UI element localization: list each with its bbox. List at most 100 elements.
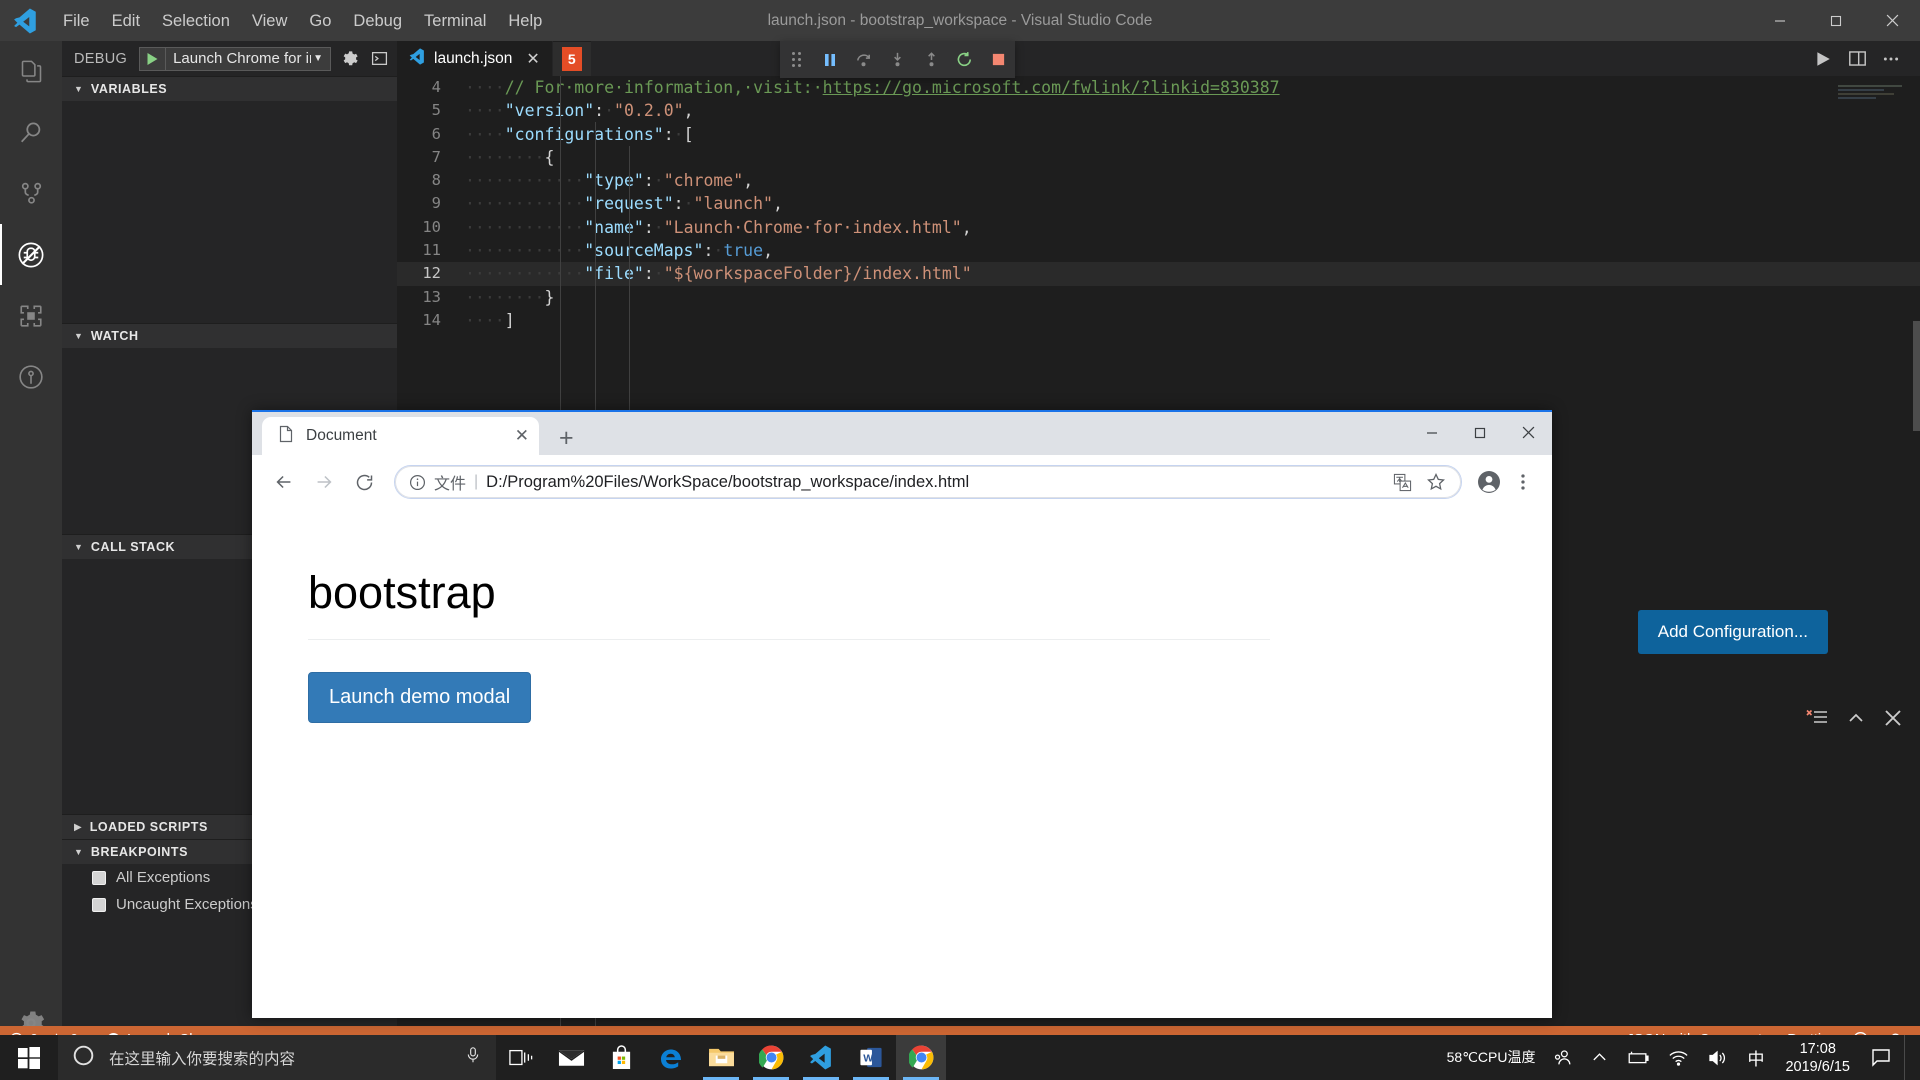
- editor-scrollbar[interactable]: [1913, 321, 1920, 431]
- clear-console-icon[interactable]: [1806, 708, 1828, 733]
- code-line[interactable]: 13 ········}: [397, 286, 1920, 309]
- back-arrow-icon[interactable]: [264, 462, 304, 502]
- taskbar-clock[interactable]: 17:08 2019/6/15: [1773, 1040, 1862, 1076]
- chrome-icon[interactable]: [746, 1035, 796, 1080]
- pane-header-watch[interactable]: ▼ WATCH: [62, 323, 397, 348]
- mail-icon[interactable]: [546, 1035, 596, 1080]
- menu-terminal[interactable]: Terminal: [413, 7, 497, 35]
- code-line[interactable]: 10 ············"name":·"Launch·Chrome·for…: [397, 216, 1920, 239]
- chrome-tab[interactable]: Document ✕: [262, 417, 539, 455]
- drag-handle-icon[interactable]: [780, 41, 814, 78]
- gear-icon[interactable]: [337, 47, 361, 71]
- debug-configuration-select[interactable]: Launch Chrome for index ▼: [139, 46, 331, 71]
- menu-edit[interactable]: Edit: [101, 7, 151, 35]
- chrome-active-icon[interactable]: [896, 1035, 946, 1080]
- code-line[interactable]: 9 ············"request":·"launch",: [397, 192, 1920, 215]
- store-icon[interactable]: [596, 1035, 646, 1080]
- tab-index-html[interactable]: 5: [552, 41, 592, 76]
- add-configuration-button[interactable]: Add Configuration...: [1637, 610, 1828, 654]
- floating-debug-toolbar: [780, 41, 1015, 78]
- menu-help[interactable]: Help: [497, 7, 553, 35]
- cpu-temperature-widget[interactable]: 58℃ CPU温度: [1438, 1035, 1545, 1080]
- more-actions-icon[interactable]: [1876, 44, 1906, 74]
- editor-minimap[interactable]: [1838, 85, 1906, 111]
- close-icon[interactable]: [1884, 709, 1902, 732]
- close-icon[interactable]: ✕: [515, 426, 529, 446]
- start-debugging-icon[interactable]: [140, 47, 167, 70]
- code-line[interactable]: 6 ····"configurations":·[: [397, 123, 1920, 146]
- close-button[interactable]: [1504, 412, 1552, 453]
- close-button[interactable]: [1864, 0, 1920, 41]
- source-control-icon[interactable]: [0, 163, 62, 224]
- action-center-icon[interactable]: [1862, 1035, 1900, 1080]
- menu-selection[interactable]: Selection: [151, 7, 241, 35]
- maximize-button[interactable]: [1808, 0, 1864, 41]
- minimize-button[interactable]: [1752, 0, 1808, 41]
- show-desktop-button[interactable]: [1904, 1035, 1914, 1080]
- translate-icon[interactable]: [1385, 465, 1419, 499]
- step-over-icon[interactable]: [847, 41, 881, 78]
- pause-icon[interactable]: [814, 41, 848, 78]
- address-bar[interactable]: 文件 | D:/Program%20Files/WorkSpace/bootst…: [394, 465, 1462, 499]
- checkbox-icon[interactable]: [92, 897, 106, 912]
- page-heading: bootstrap: [308, 567, 496, 618]
- vscode-icon[interactable]: [796, 1035, 846, 1080]
- chevron-up-icon[interactable]: [1582, 1035, 1617, 1080]
- close-icon[interactable]: ✕: [526, 49, 539, 69]
- word-icon[interactable]: W: [846, 1035, 896, 1080]
- open-debug-console-icon[interactable]: [367, 47, 391, 71]
- profile-avatar-icon[interactable]: [1472, 465, 1506, 499]
- code-line[interactable]: 4 ····// For·more·information,·visit:·htt…: [397, 76, 1920, 99]
- launch-demo-modal-button[interactable]: Launch demo modal: [308, 672, 532, 723]
- chevron-up-icon[interactable]: [1846, 708, 1866, 733]
- forward-arrow-icon[interactable]: [304, 462, 344, 502]
- code-line[interactable]: 14 ····]: [397, 309, 1920, 332]
- window-controls[interactable]: [1752, 0, 1920, 41]
- split-editor-icon[interactable]: [1842, 44, 1872, 74]
- code-line[interactable]: 11 ············"sourceMaps":·true,: [397, 239, 1920, 262]
- microphone-icon[interactable]: [464, 1046, 482, 1069]
- new-tab-button[interactable]: +: [559, 426, 574, 451]
- run-icon[interactable]: [1808, 44, 1838, 74]
- task-view-icon[interactable]: [496, 1035, 546, 1080]
- info-circle-icon[interactable]: [409, 474, 426, 491]
- step-out-icon[interactable]: [914, 41, 948, 78]
- reload-icon[interactable]: [344, 462, 384, 502]
- file-explorer-icon[interactable]: [696, 1035, 746, 1080]
- code-line[interactable]: 12 ············"file":·"${workspaceFolder…: [397, 262, 1920, 286]
- volume-icon[interactable]: [1698, 1035, 1738, 1080]
- tab-launch-json[interactable]: launch.json ✕: [397, 41, 553, 76]
- code-line[interactable]: 8 ············"type":·"chrome",: [397, 169, 1920, 192]
- pane-header-variables[interactable]: ▼ VARIABLES: [62, 76, 397, 101]
- menu-debug[interactable]: Debug: [342, 7, 413, 35]
- wifi-icon[interactable]: [1659, 1035, 1698, 1080]
- chrome-menu-icon[interactable]: [1506, 465, 1540, 499]
- menu-file[interactable]: File: [52, 7, 101, 35]
- cortana-circle-icon[interactable]: [72, 1044, 95, 1072]
- menu-view[interactable]: View: [241, 7, 298, 35]
- explorer-icon[interactable]: [0, 41, 62, 102]
- vscode-menubar[interactable]: File Edit Selection View Go Debug Termin…: [52, 7, 553, 35]
- people-icon[interactable]: [1544, 1035, 1582, 1080]
- edge-icon[interactable]: [646, 1035, 696, 1080]
- activity-bar[interactable]: [0, 41, 62, 1053]
- stop-icon[interactable]: [981, 41, 1015, 78]
- code-line[interactable]: 5 ····"version":·"0.2.0",: [397, 99, 1920, 122]
- minimize-button[interactable]: [1408, 412, 1456, 453]
- code-line[interactable]: 7 ········{: [397, 146, 1920, 169]
- step-into-icon[interactable]: [881, 41, 915, 78]
- windows-start-icon[interactable]: [0, 1035, 58, 1080]
- bookmark-star-icon[interactable]: [1419, 465, 1453, 499]
- search-icon[interactable]: [0, 102, 62, 163]
- maximize-button[interactable]: [1456, 412, 1504, 453]
- menu-go[interactable]: Go: [298, 7, 342, 35]
- taskbar-search-box[interactable]: 在这里输入你要搜索的内容: [58, 1035, 496, 1080]
- debug-alt-icon[interactable]: [0, 346, 62, 407]
- ime-indicator[interactable]: 中: [1738, 1035, 1773, 1080]
- checkbox-icon[interactable]: [92, 870, 106, 885]
- extensions-icon[interactable]: [0, 285, 62, 346]
- debug-icon[interactable]: [0, 224, 62, 285]
- battery-icon[interactable]: [1617, 1035, 1659, 1080]
- restart-icon[interactable]: [948, 41, 982, 78]
- chevron-down-icon[interactable]: ▼: [311, 53, 330, 64]
